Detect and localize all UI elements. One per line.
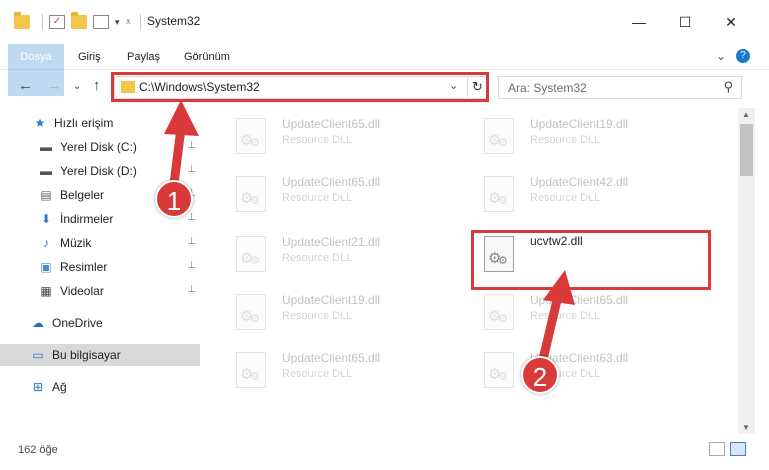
annotation-arrows xyxy=(164,100,575,377)
step-marker-1: 1 xyxy=(155,180,193,218)
arrow-2-head xyxy=(543,270,575,305)
arrow-1-head xyxy=(164,100,199,136)
step-marker-2: 2 xyxy=(521,356,559,394)
